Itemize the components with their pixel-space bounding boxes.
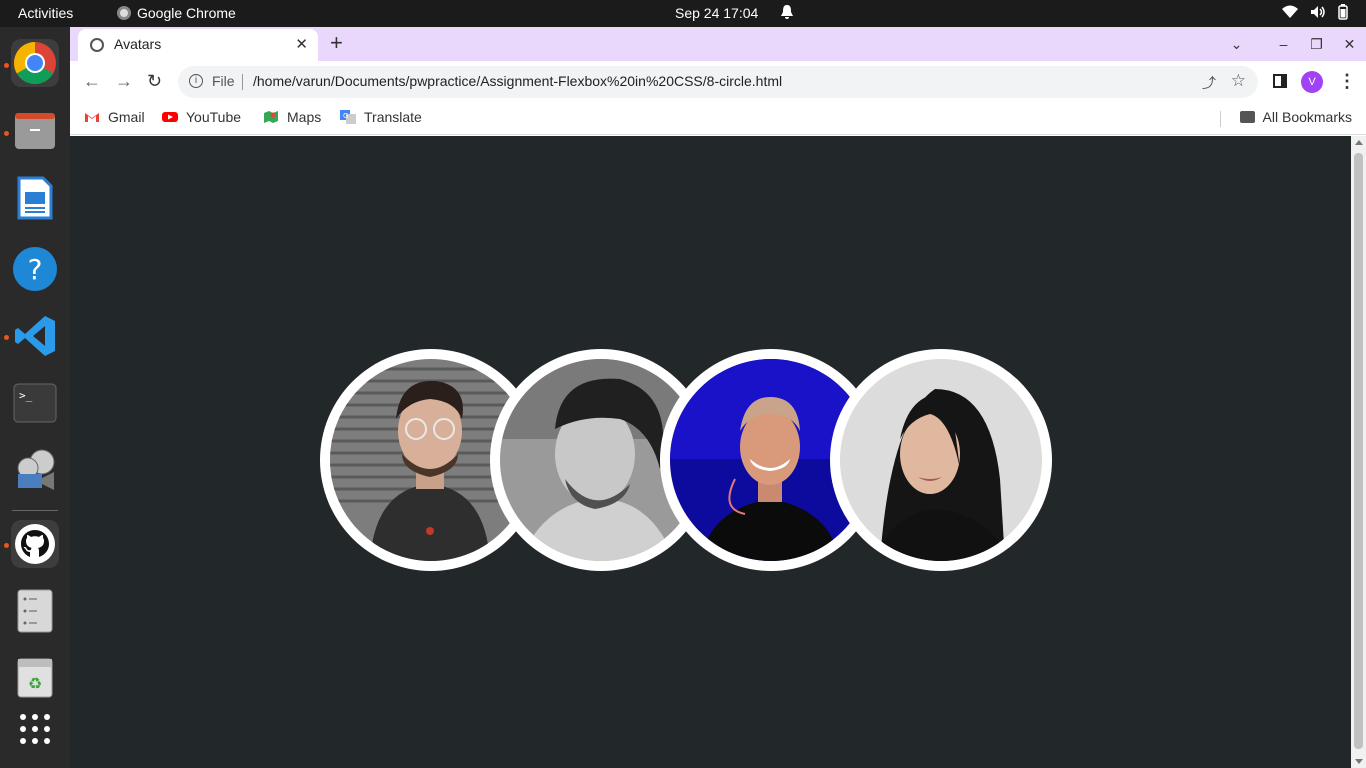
terminal-icon[interactable]: >_ [11,379,59,427]
globe-icon [90,38,104,52]
scrollbar-thumb[interactable] [1354,153,1363,749]
svg-text:G: G [343,112,348,120]
clock[interactable]: Sep 24 17:04 [675,5,758,21]
battery-icon [1338,4,1348,20]
running-indicator [4,131,9,136]
svg-text:>_: >_ [19,389,33,402]
reload-button[interactable]: ↻ [147,71,162,92]
trash-icon[interactable]: ♻ [11,654,59,702]
bookmark-youtube[interactable]: YouTube [162,109,241,125]
browser-toolbar: ← → ↻ i File /home/varun/Documents/pwpra… [70,61,1366,103]
svg-text:♻: ♻ [28,674,42,693]
activities-button[interactable]: Activities [18,5,73,21]
bookmark-star-icon[interactable]: ☆ [1231,71,1246,91]
bookmarks-separator [1220,111,1221,127]
chrome-menu-icon[interactable]: ⋮ [1338,71,1356,92]
page-viewport [70,136,1351,768]
address-bar[interactable]: i File /home/varun/Documents/pwpractice/… [178,66,1258,98]
all-bookmarks-button[interactable]: All Bookmarks [1239,109,1352,125]
share-icon[interactable]: ⤴ [1202,73,1216,93]
bookmark-label: Translate [364,109,422,125]
close-tab-icon[interactable]: ✕ [295,35,308,53]
text-editor-icon[interactable] [11,587,59,635]
chrome-small-icon [117,6,131,20]
close-window-button[interactable]: ✕ [1333,36,1366,53]
wifi-icon [1282,5,1298,18]
youtube-icon [162,112,178,122]
bookmark-translate[interactable]: G Translate [340,109,422,125]
tab-title: Avatars [114,36,162,52]
tab-strip: Avatars ✕ + ⌄ – ❐ ✕ [70,27,1366,61]
scroll-down-arrow[interactable] [1355,759,1363,764]
window-controls: ⌄ – ❐ ✕ [1220,27,1366,61]
system-tray[interactable] [1282,4,1348,20]
running-indicator [4,335,9,340]
omnibox-divider [242,74,243,90]
svg-text:?: ? [28,253,43,286]
bookmark-label: Maps [287,109,322,125]
site-info-icon[interactable]: i [189,74,203,88]
scroll-up-arrow[interactable] [1355,140,1363,145]
minimize-button[interactable]: – [1267,36,1300,52]
avatar-photo [840,359,1042,561]
bookmark-label: YouTube [186,109,242,125]
folder-icon [1239,111,1255,123]
volume-icon [1311,6,1325,18]
profile-avatar[interactable]: V [1301,71,1323,93]
scheme-label: File [212,73,235,89]
translate-icon: G [340,110,356,124]
dock: ? >_ ♻ [0,27,70,768]
help-icon[interactable]: ? [11,245,59,293]
bookmark-maps[interactable]: Maps [263,109,321,125]
gmail-icon [85,113,99,122]
app-menu[interactable]: Google Chrome [117,5,236,21]
dock-separator [12,510,58,511]
app-name: Google Chrome [137,5,236,21]
running-indicator [4,63,9,68]
writer-icon[interactable] [11,174,59,222]
bookmark-label: Gmail [108,109,145,125]
notification-bell-icon [781,5,793,19]
running-indicator [4,543,9,548]
browser-window: Avatars ✕ + ⌄ – ❐ ✕ ← → ↻ i File /home/v… [70,27,1366,768]
bookmarks-bar: Gmail YouTube Maps G Translate All Bookm… [70,103,1366,135]
new-tab-button[interactable]: + [330,30,343,56]
github-icon[interactable] [11,520,59,568]
vertical-scrollbar[interactable] [1351,136,1366,768]
all-bookmarks-label: All Bookmarks [1262,109,1352,125]
tab-search-icon[interactable]: ⌄ [1220,36,1253,53]
bookmark-gmail[interactable]: Gmail [84,109,145,125]
maximize-button[interactable]: ❐ [1300,36,1333,53]
url-text[interactable]: /home/varun/Documents/pwpractice/Assignm… [253,73,782,89]
chrome-icon[interactable] [11,39,59,87]
system-top-bar: Activities Google Chrome Sep 24 17:04 [0,0,1366,27]
tab-avatars[interactable]: Avatars ✕ [78,29,318,61]
side-panel-icon[interactable] [1273,74,1287,88]
vscode-icon[interactable] [11,312,59,360]
app-grid-icon[interactable] [11,705,59,753]
forward-button[interactable]: → [115,71,133,92]
avatar-4 [830,349,1052,571]
files-icon[interactable] [11,107,59,155]
video-icon[interactable] [11,447,59,495]
maps-icon [264,111,278,123]
back-button[interactable]: ← [83,71,101,92]
